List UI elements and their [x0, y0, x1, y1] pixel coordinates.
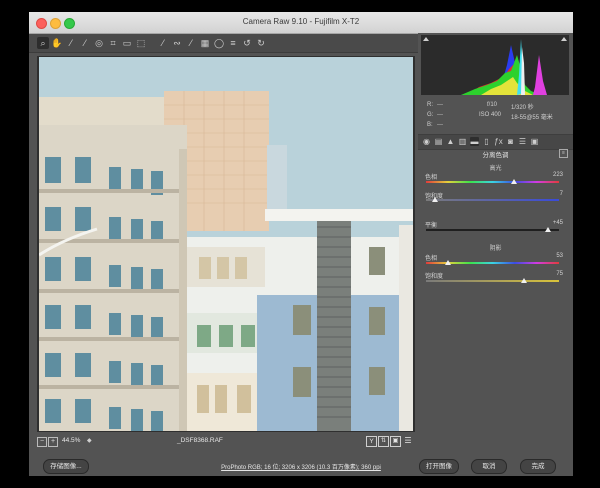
hand-tool-icon[interactable]: ✋ [51, 37, 63, 49]
status-bar: − + 44.5% ◆ _DSF8368.RAF Y ⇅ ▣ ☰ [29, 435, 419, 447]
readout-g-label: G: [427, 112, 434, 118]
hsl-tab-icon[interactable]: ▥ [458, 137, 467, 146]
window-title: Camera Raw 9.10 - Fujifilm X-T2 [242, 17, 360, 26]
presets-tab-icon[interactable]: ☰ [518, 137, 527, 146]
panel-tabs: ◉ ▤ ▲ ▥ ▬ ▯ ƒx ◙ ☰ ▣ [418, 134, 573, 150]
radial-filter-icon[interactable]: ◯ [213, 37, 225, 49]
preferences-icon[interactable]: ≡ [227, 37, 239, 49]
readout-r-value: --- [437, 102, 443, 108]
white-balance-tool-icon[interactable]: ⁄ [65, 37, 77, 49]
readout-r-label: R: [427, 102, 433, 108]
shadows-saturation-slider[interactable] [426, 280, 559, 282]
detail-tab-icon[interactable]: ▲ [446, 137, 455, 146]
before-after-y-icon[interactable]: Y [366, 436, 377, 447]
basic-tab-icon[interactable]: ◉ [422, 137, 431, 146]
transform-tool-icon[interactable]: ⬚ [135, 37, 147, 49]
highlights-title: 高光 [489, 166, 502, 172]
swap-settings-icon[interactable]: ⇅ [378, 436, 389, 447]
snapshots-tab-icon[interactable]: ▣ [530, 137, 539, 146]
readout-shutter: 1/320 秒 [511, 105, 534, 111]
cancel-button[interactable]: 取消 [471, 459, 507, 474]
zoom-dropdown-icon[interactable]: ◆ [87, 437, 92, 444]
file-name: _DSF8368.RAF [177, 437, 223, 444]
balance-slider[interactable] [426, 229, 559, 231]
zoom-level[interactable]: 44.5% [62, 437, 80, 444]
readout-lens: 18-55@55 毫米 [511, 115, 553, 121]
shadows-saturation-value[interactable]: 75 [556, 271, 563, 277]
highlights-saturation-slider[interactable] [426, 199, 559, 201]
shadows-title: 阴影 [489, 246, 502, 252]
camera-readout: R: --- G: --- B: --- f/10 1/320 秒 ISO 40… [421, 97, 569, 131]
graduated-filter-icon[interactable]: ▦ [199, 37, 211, 49]
lens-corrections-tab-icon[interactable]: ▯ [482, 137, 491, 146]
readout-iso: ISO 400 [479, 112, 502, 118]
preview-settings-icon[interactable]: ☰ [403, 436, 413, 446]
rotate-right-icon[interactable]: ↻ [255, 37, 267, 49]
done-button[interactable]: 完成 [520, 459, 556, 474]
adjustment-brush-icon[interactable]: ⁄ [185, 37, 197, 49]
balance-value[interactable]: +45 [553, 220, 563, 226]
readout-b-value: --- [437, 122, 443, 128]
color-sampler-tool-icon[interactable]: ⁄ [79, 37, 91, 49]
balance-thumb[interactable] [545, 227, 551, 232]
readout-aperture: f/10 [487, 102, 498, 108]
effects-tab-icon[interactable]: ƒx [494, 137, 503, 146]
targeted-adjustment-tool-icon[interactable]: ◎ [93, 37, 105, 49]
rotate-left-icon[interactable]: ↺ [241, 37, 253, 49]
zoom-out-button[interactable]: − [37, 437, 47, 447]
histogram [421, 35, 569, 95]
tone-curve-tab-icon[interactable]: ▤ [434, 137, 443, 146]
title-bar: Camera Raw 9.10 - Fujifilm X-T2 [29, 12, 573, 34]
red-eye-tool-icon[interactable]: ∾ [171, 37, 183, 49]
shadows-saturation-label: 饱和度 [425, 274, 444, 280]
spot-removal-tool-icon[interactable]: ⁄ [157, 37, 169, 49]
highlights-hue-thumb[interactable] [511, 179, 517, 184]
right-panel: R: --- G: --- B: --- f/10 1/320 秒 ISO 40… [418, 33, 573, 453]
highlights-saturation-value[interactable]: 7 [560, 191, 563, 197]
crop-tool-icon[interactable]: ⌗ [107, 37, 119, 49]
split-toning-tab-icon[interactable]: ▬ [470, 137, 479, 146]
balance-label: 平衡 [425, 223, 438, 229]
shadows-hue-value[interactable]: 53 [556, 253, 563, 259]
zoom-tool-icon[interactable]: ⌕ [37, 37, 49, 49]
highlights-hue-label: 色相 [425, 175, 438, 181]
shadows-hue-label: 色相 [425, 256, 438, 262]
shadows-saturation-thumb[interactable] [521, 278, 527, 283]
shadows-hue-thumb[interactable] [445, 260, 451, 265]
readout-g-value: --- [437, 112, 443, 118]
highlights-hue-slider[interactable] [426, 181, 559, 183]
highlights-saturation-thumb[interactable] [432, 197, 438, 202]
zoom-in-button[interactable]: + [48, 437, 58, 447]
copy-settings-icon[interactable]: ▣ [390, 436, 401, 447]
open-image-button[interactable]: 打开图像 [419, 459, 459, 474]
panel-title: 分离色调 [482, 152, 509, 159]
highlights-hue-value[interactable]: 223 [553, 172, 563, 178]
panel-menu-icon[interactable]: ≡ [559, 149, 568, 158]
camera-calibration-tab-icon[interactable]: ◙ [506, 137, 515, 146]
bottom-bar: 存储图像... ProPhoto RGB; 16 位; 3206 x 3206 … [29, 455, 573, 476]
preview-image [39, 57, 413, 431]
camera-raw-window: Camera Raw 9.10 - Fujifilm X-T2 ⌕ ✋ ⁄ ⁄ ◎ ⌗ ▭ ⬚… [29, 12, 573, 476]
straighten-tool-icon[interactable]: ▭ [121, 37, 133, 49]
readout-b-label: B: [427, 122, 433, 128]
